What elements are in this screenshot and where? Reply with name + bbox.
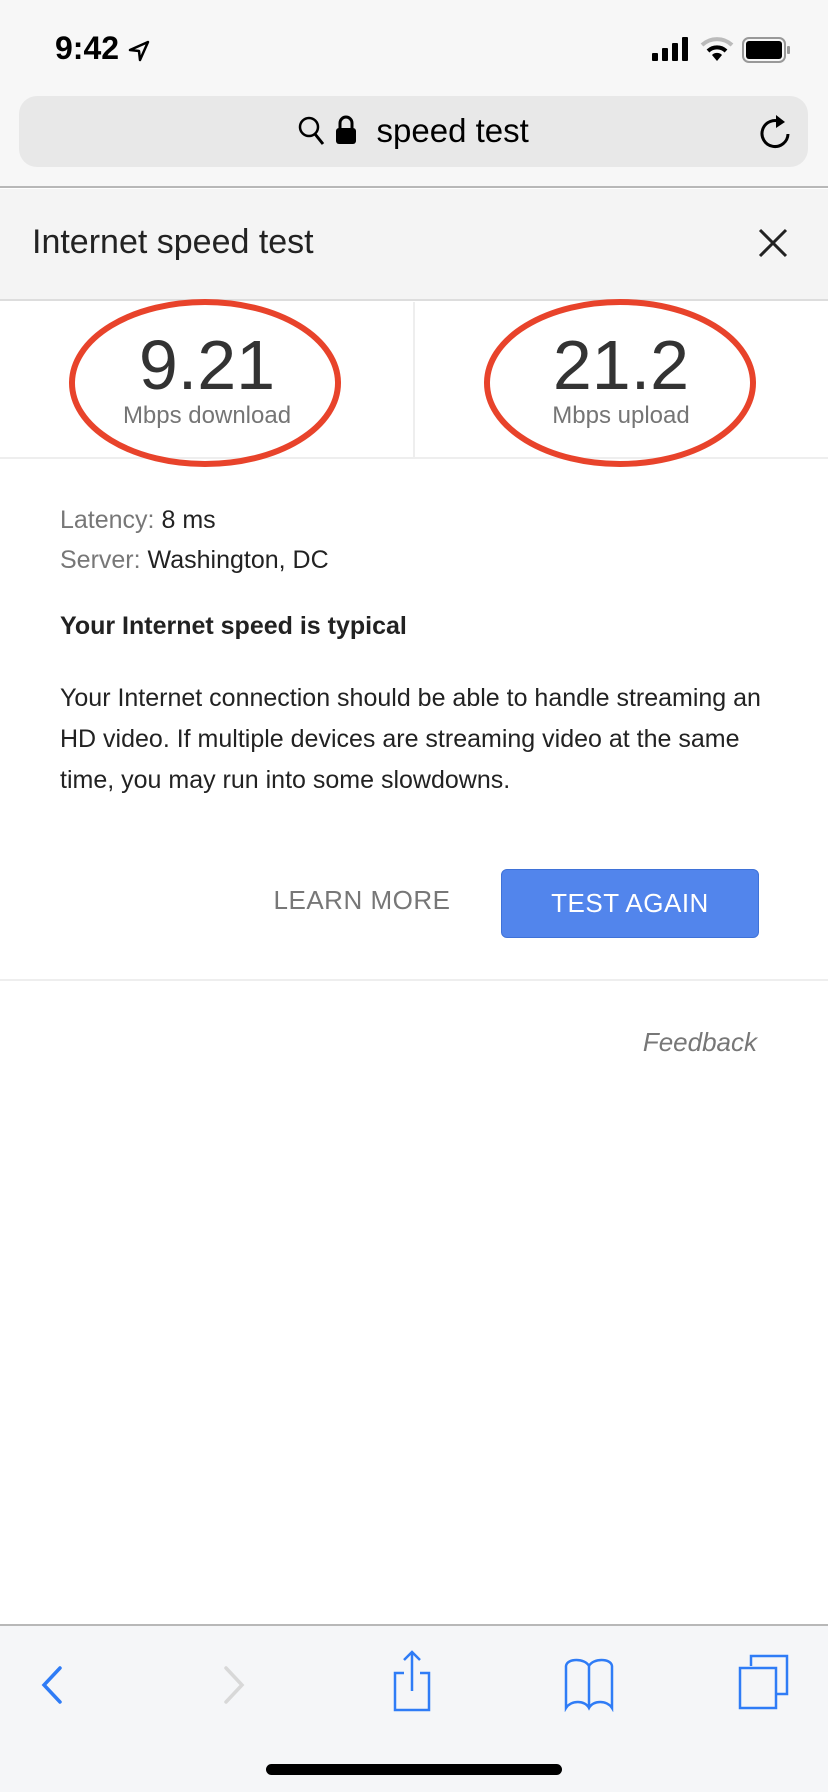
upload-value: 21.2 [552, 326, 690, 404]
result-description: Your Internet connection should be able … [60, 684, 761, 794]
card-header: Internet speed test [0, 189, 828, 301]
divider [0, 979, 828, 981]
tabs-icon[interactable] [738, 1654, 790, 1710]
url-text: speed test [376, 112, 529, 149]
browser-chrome: 9:42 speed test [0, 0, 828, 188]
wifi-icon [700, 37, 734, 61]
download-value: 9.21 [138, 326, 276, 404]
download-unit: Mbps download [122, 402, 292, 429]
share-icon[interactable] [392, 1648, 432, 1714]
close-icon[interactable] [757, 227, 789, 259]
upload-unit: Mbps upload [552, 402, 690, 429]
result-heading: Your Internet speed is typical [60, 612, 407, 640]
server-row: Server: Washington, DC [60, 546, 329, 574]
status-time: 9:42 [55, 30, 150, 67]
forward-icon[interactable] [222, 1656, 246, 1712]
latency-row: Latency: 8 ms [60, 506, 216, 534]
speed-results: 9.21 Mbps download 21.2 Mbps upload [0, 302, 828, 459]
back-icon[interactable] [40, 1656, 64, 1712]
lock-icon [336, 115, 357, 144]
battery-icon [742, 37, 790, 63]
location-arrow-icon [128, 40, 150, 61]
address-bar[interactable]: speed test [19, 96, 808, 167]
reload-icon[interactable] [759, 112, 793, 152]
card-title: Internet speed test [32, 223, 314, 261]
signal-icon [652, 37, 688, 61]
bookmarks-icon[interactable] [563, 1656, 615, 1712]
home-indicator[interactable] [266, 1764, 562, 1775]
download-stat: 9.21 Mbps download [0, 302, 414, 459]
test-again-button[interactable]: TEST AGAIN [501, 869, 759, 938]
upload-stat: 21.2 Mbps upload [414, 302, 828, 459]
learn-more-button[interactable]: LEARN MORE [262, 885, 462, 916]
feedback-link[interactable]: Feedback [643, 1027, 757, 1058]
search-icon [298, 116, 325, 145]
